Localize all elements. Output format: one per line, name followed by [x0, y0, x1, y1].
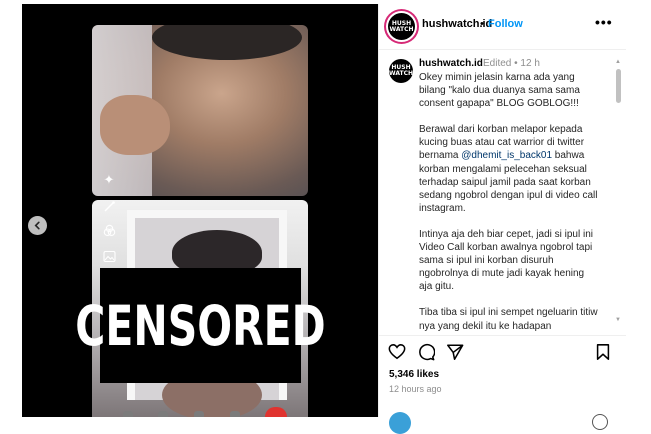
call-controls	[110, 407, 300, 417]
caption-meta: Edited • 12 h	[483, 58, 540, 69]
author-avatar[interactable]: HUSH WATCH	[388, 13, 415, 40]
caption-paragraph: Intinya aja deh biar cepet, jadi si ipul…	[419, 228, 593, 293]
scroll-up-arrow-icon[interactable]: ▲	[615, 59, 621, 65]
emoji-icon[interactable]	[592, 414, 608, 430]
caption-paragraph: Berawal dari korban melapor kepada kucin…	[419, 123, 599, 215]
censored-overlay: CENSORED	[75, 268, 326, 383]
call-control-mic[interactable]	[122, 411, 133, 417]
caption-username[interactable]: hushwatch.id	[419, 58, 483, 69]
caption-area[interactable]: HUSH WATCH hushwatch.id Edited • 12 h Ok…	[379, 51, 626, 334]
comment-avatar	[389, 412, 411, 434]
heart-icon[interactable]	[388, 343, 406, 361]
previous-button[interactable]	[28, 216, 47, 235]
caption-scrollbar[interactable]: ▲ ▼	[615, 59, 622, 329]
sparkle-icon[interactable]: ✦	[101, 172, 117, 188]
image-icon[interactable]	[101, 250, 117, 266]
mention-link[interactable]: @dhemit_is_back01	[461, 150, 552, 161]
censored-label: CENSORED	[75, 293, 326, 358]
filter-icon[interactable]	[101, 224, 117, 240]
avatar-logo-text: HUSH WATCH	[389, 19, 414, 33]
follow-button[interactable]: Follow	[488, 18, 523, 30]
more-options-icon[interactable]: •••	[595, 14, 613, 30]
post-actions: 5,346 likes 12 hours ago	[379, 335, 626, 434]
call-control-flip[interactable]	[193, 411, 204, 417]
caption-avatar-text: HUSH WATCH	[389, 64, 413, 77]
post-header: HUSH WATCH hushwatch.id • Follow •••	[379, 4, 626, 50]
person-hand	[100, 95, 170, 155]
end-call-button[interactable]	[265, 407, 288, 417]
caption-paragraph: Tiba tiba si ipul ini sempet ngeluarin t…	[419, 307, 598, 332]
likes-count[interactable]: 5,346 likes	[389, 369, 439, 380]
scroll-down-arrow-icon[interactable]: ▼	[615, 317, 621, 323]
scrollbar-thumb[interactable]	[616, 69, 621, 103]
person-hair	[152, 25, 302, 60]
caption-text: Okey mimin jelasin karna ada yang bilang…	[419, 71, 599, 334]
call-control-video[interactable]	[158, 411, 169, 417]
video-call-top-tile	[92, 25, 308, 196]
post-media[interactable]: ✦ CENSORED	[22, 4, 378, 417]
comment-icon[interactable]	[417, 343, 435, 361]
bookmark-icon[interactable]	[594, 343, 612, 361]
caption-paragraph: Okey mimin jelasin karna ada yang bilang…	[419, 72, 580, 110]
post-timestamp[interactable]: 12 hours ago	[389, 384, 442, 394]
caption-avatar[interactable]: HUSH WATCH	[389, 59, 413, 83]
instagram-post-modal: ✦ CENSORED HUSH WATCH hushwatch.id • Fol…	[0, 0, 651, 434]
call-control-effects[interactable]	[229, 411, 240, 417]
header-separator: •	[480, 18, 484, 30]
post-sidebar: HUSH WATCH hushwatch.id • Follow ••• HUS…	[378, 4, 626, 434]
chevron-left-icon	[34, 221, 40, 230]
share-icon[interactable]	[446, 343, 464, 361]
magic-wand-icon[interactable]	[101, 200, 117, 216]
